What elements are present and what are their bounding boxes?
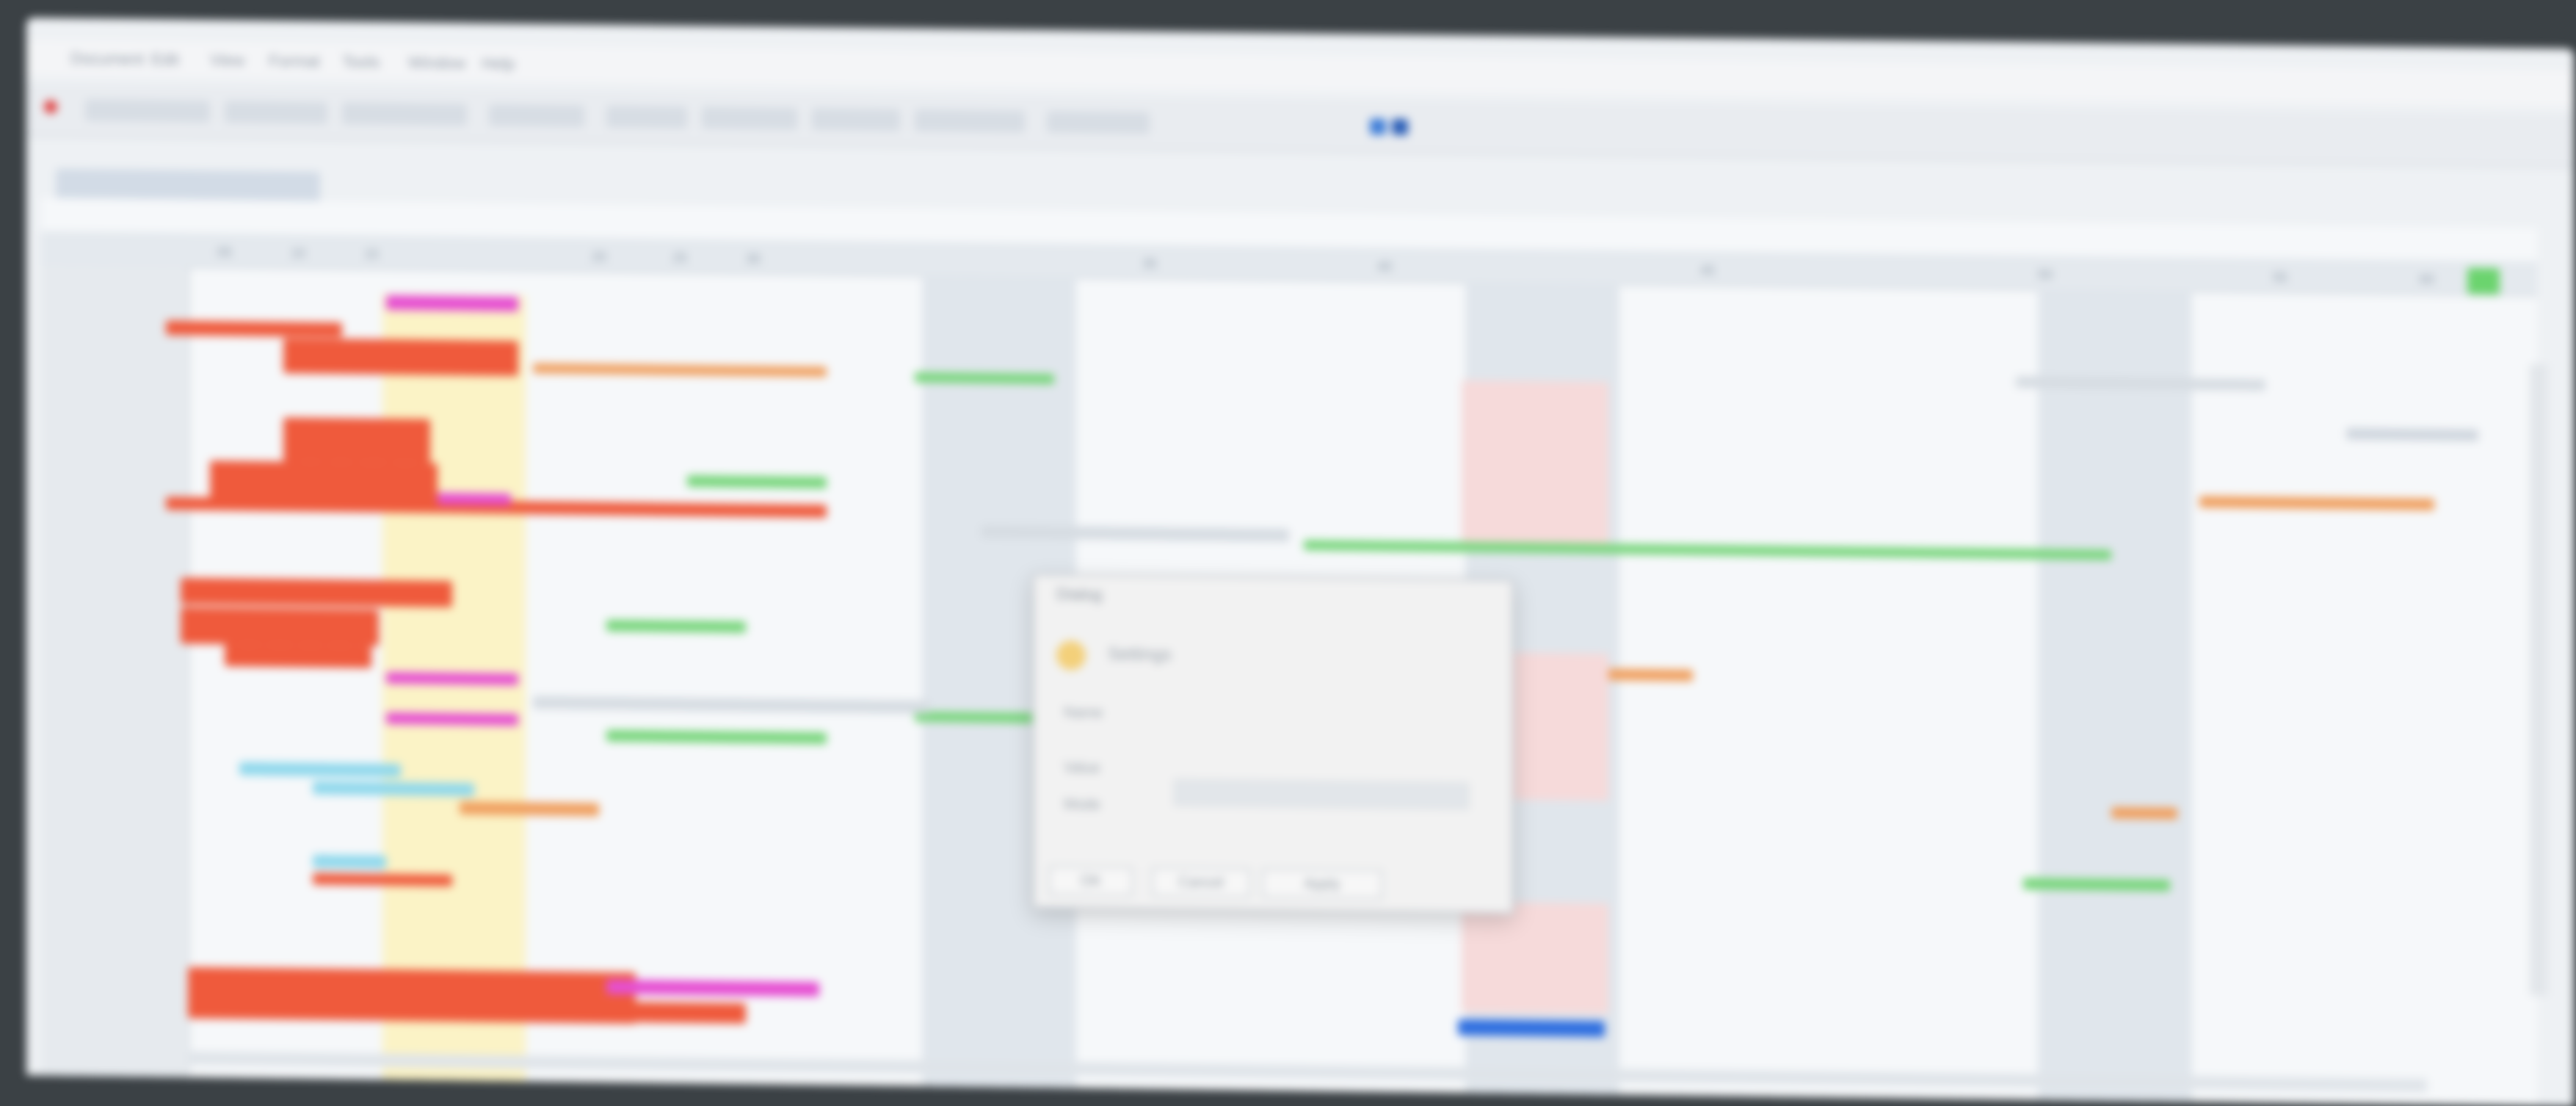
magenta-clip[interactable] [606,979,819,997]
ruler-label: 05 [217,245,233,260]
orange-clip[interactable] [2111,806,2177,820]
blurred-photo: Document Edit View Format Tools Window H… [0,0,2576,1106]
red-clip[interactable] [438,999,746,1024]
ruler-label: 15 [364,246,380,261]
shaded-region [2038,289,2192,1106]
monitor-screen: Document Edit View Format Tools Window H… [26,18,2574,1106]
menu-window[interactable]: Window [408,53,465,73]
dialog-heading: Settings [1108,643,1172,665]
blue-clip[interactable] [1458,1019,1605,1038]
toolbar-misc-button[interactable] [915,109,1025,133]
ruler-label: 40 [1377,259,1393,274]
magenta-clip[interactable] [386,712,518,726]
green-clip[interactable] [915,372,1054,385]
menu-document[interactable]: Document [70,49,144,69]
gray-clip[interactable] [2346,427,2478,441]
menu-edit[interactable]: Edit [151,50,179,69]
vertical-scrollbar[interactable] [2530,364,2547,996]
red-clip[interactable] [181,607,379,646]
menu-tools[interactable]: Tools [342,52,380,72]
green-clip[interactable] [687,474,827,489]
dialog-cancel-button[interactable]: Cancel [1152,867,1250,898]
green-clip[interactable] [606,619,746,633]
blue-tool-icon[interactable] [1370,118,1386,135]
ruler-label: 55 [2273,270,2288,285]
toolbar-redo-button[interactable] [702,106,797,130]
cyan-clip[interactable] [313,781,474,797]
ruler-label: 30 [746,250,761,267]
dialog-window: Dialog Settings Name Value Mode OK Cance… [1032,573,1514,914]
blue-tool-icon-2[interactable] [1392,118,1408,135]
toolbar-save-button[interactable] [342,102,467,126]
toolbar-zoom-button[interactable] [812,108,900,131]
dialog-title: Dialog [1056,585,1103,604]
menu-format[interactable]: Format [269,51,320,71]
green-clip[interactable] [915,711,1032,723]
green-clip[interactable] [2023,878,2170,892]
pink-marker-block [1462,380,1608,544]
ruler-label: 45 [1700,262,1716,278]
highlighted-column [382,293,526,1086]
red-clip[interactable] [313,872,452,887]
record-icon[interactable] [44,100,57,114]
dialog-field-label: Value [1064,759,1100,776]
red-clip[interactable] [181,577,452,608]
magenta-clip[interactable] [386,294,518,312]
document-tab[interactable] [56,168,320,201]
row-headers [41,264,189,1082]
pink-marker-block [1462,901,1608,1014]
menu-view[interactable]: View [210,51,244,71]
red-clip[interactable] [283,417,430,463]
dialog-ok-button[interactable]: OK [1049,866,1133,897]
toolbar-undo-button[interactable] [606,105,687,129]
cyan-clip[interactable] [239,762,401,778]
ruler-label: 20 [592,249,607,264]
red-clip[interactable] [225,644,371,668]
green-corner-button[interactable] [2467,267,2500,295]
ruler-label: 25 [672,250,688,265]
toolbar-new-button[interactable] [85,98,210,123]
ruler-label: 50 [2038,267,2053,282]
dialog-field-label: Mode [1064,796,1101,813]
ruler-label: 60 [2420,271,2435,287]
orange-clip[interactable] [460,801,599,817]
dialog-apply-button[interactable]: Apply [1262,868,1382,900]
dialog-field-label: Name [1064,704,1103,721]
cyan-clip[interactable] [313,854,386,869]
ruler-label: 10 [291,245,306,261]
menu-help[interactable]: Help [482,54,515,74]
magenta-clip[interactable] [438,492,511,506]
toolbar-open-button[interactable] [225,101,327,125]
toolbar-field[interactable] [1047,110,1150,134]
red-clip[interactable] [283,338,518,377]
ruler-label: 35 [1142,256,1158,271]
red-clip[interactable] [166,320,342,338]
magenta-clip[interactable] [386,671,518,686]
toolbar-print-button[interactable] [489,104,584,128]
warning-icon [1056,640,1086,671]
dialog-input[interactable] [1174,779,1469,810]
